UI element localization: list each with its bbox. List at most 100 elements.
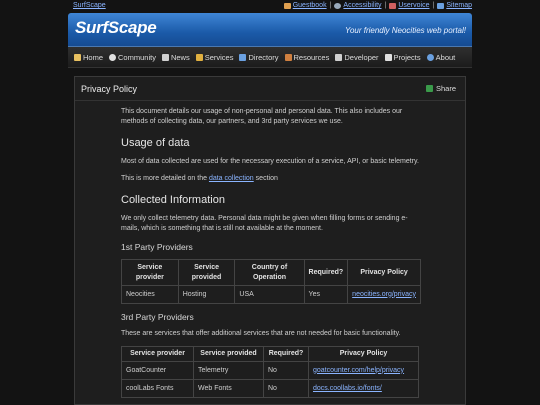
- third-party-paragraph: These are services that offer additional…: [121, 330, 401, 337]
- site-tagline: Your friendly Neocities web portal!: [345, 26, 466, 35]
- table-cell: docs.coollabs.io/fonts/: [308, 379, 419, 398]
- column-header: Country of Operation: [234, 259, 305, 286]
- folder-icon: [239, 53, 247, 61]
- policy-content: This document details our usage of non-p…: [121, 107, 421, 404]
- guestbook-link-label[interactable]: Guestbook: [293, 2, 327, 9]
- uservoice-link[interactable]: Uservoice: [389, 2, 429, 9]
- utility-links: Guestbook | Accessibility | Uservoice | …: [283, 2, 472, 9]
- detail-paragraph: This is more detailed on the data collec…: [121, 174, 421, 184]
- chat-icon: [109, 53, 117, 61]
- column-header: Service provider: [121, 346, 194, 362]
- nav-item-label: Home: [83, 52, 104, 62]
- globe-icon: [334, 2, 342, 9]
- column-header: Required?: [303, 259, 349, 286]
- site-logo[interactable]: SurfScape: [75, 18, 157, 38]
- flag-icon: [283, 2, 291, 9]
- top-bar: SurfScape Guestbook | Accessibility | Us…: [68, 0, 472, 13]
- share-icon: [425, 85, 433, 92]
- main-nav: Home Community News Services Directory R…: [68, 46, 472, 68]
- guestbook-link[interactable]: Guestbook: [283, 2, 327, 9]
- sitemap-link[interactable]: Sitemap: [437, 2, 472, 9]
- nav-item-news[interactable]: News: [161, 52, 190, 62]
- nav-item-label: Services: [204, 52, 234, 62]
- separator: |: [329, 2, 332, 9]
- home-icon: [74, 53, 81, 61]
- nav-item-community[interactable]: Community: [109, 53, 156, 62]
- table-cell: GoatCounter: [121, 361, 194, 380]
- collected-heading: Collected Information: [121, 194, 225, 206]
- panel-header: Privacy Policy Share: [75, 77, 465, 101]
- privacy-policy-link[interactable]: docs.coollabs.io/fonts/: [313, 385, 382, 392]
- table-header-row: Service provider Service provided Requir…: [121, 346, 419, 362]
- nav-item-developer[interactable]: Developer: [335, 52, 379, 62]
- book-icon: [284, 53, 292, 61]
- projects-icon: [384, 53, 392, 61]
- sitemap-icon: [437, 2, 445, 9]
- privacy-policy-link[interactable]: neocities.org/privacy: [352, 291, 416, 298]
- code-icon: [335, 53, 343, 61]
- nav-item-directory[interactable]: Directory: [239, 52, 279, 62]
- third-party-table: Service provider Service provided Requir…: [121, 346, 419, 398]
- table-cell: goatcounter.com/help/privacy: [308, 361, 419, 380]
- nav-item-label: Resources: [293, 52, 330, 62]
- separator: |: [432, 2, 435, 9]
- table-header-row: Service provider Service provided Countr…: [121, 259, 421, 286]
- accessibility-link-label[interactable]: Accessibility: [343, 2, 381, 9]
- nav-item-home[interactable]: Home: [74, 53, 103, 62]
- first-party-table: Service provider Service provided Countr…: [121, 259, 421, 304]
- table-row: GoatCounter Telemetry No goatcounter.com…: [121, 361, 419, 380]
- column-header: Required?: [263, 346, 309, 362]
- site-banner: SurfScape Your friendly Neocities web po…: [68, 13, 472, 46]
- nav-item-resources[interactable]: Resources: [284, 52, 330, 62]
- info-icon: [426, 53, 434, 61]
- column-header: Privacy Policy: [347, 259, 421, 286]
- nav-item-label: Directory: [248, 52, 279, 62]
- site-brand-link[interactable]: SurfScape: [73, 2, 106, 9]
- nav-item-projects[interactable]: Projects: [384, 52, 421, 62]
- sitemap-link-label[interactable]: Sitemap: [446, 2, 472, 9]
- table-cell: Telemetry: [193, 361, 264, 380]
- first-party-heading: 1st Party Providers: [121, 242, 193, 252]
- main-panel: Privacy Policy Share This document detai…: [74, 76, 466, 405]
- table-cell: No: [263, 361, 309, 380]
- nav-item-services[interactable]: Services: [195, 52, 234, 62]
- table-cell: Yes: [303, 285, 349, 304]
- column-header: Service provider: [121, 259, 179, 286]
- column-header: Service provided: [177, 259, 236, 286]
- table-cell: coolLabs Fonts: [121, 379, 194, 398]
- pen-icon: [389, 2, 397, 9]
- privacy-policy-link[interactable]: goatcounter.com/help/privacy: [313, 367, 404, 374]
- table-cell: No: [263, 379, 309, 398]
- share-button[interactable]: Share: [425, 84, 456, 93]
- nav-item-label: Projects: [393, 52, 421, 62]
- nav-item-label: Developer: [344, 52, 379, 62]
- column-header: Privacy Policy: [308, 346, 419, 362]
- nav-item-label: About: [435, 52, 456, 62]
- table-cell: Hosting: [177, 285, 236, 304]
- collected-paragraph: We only collect telemetry data. Personal…: [121, 215, 408, 232]
- services-icon: [195, 53, 203, 61]
- column-header: Service provided: [193, 346, 264, 362]
- table-cell: Neocities: [121, 285, 179, 304]
- detail-prefix: This is more detailed on the: [121, 175, 207, 182]
- usage-heading: Usage of data: [121, 137, 190, 149]
- detail-suffix: section: [255, 175, 278, 182]
- page-title: Privacy Policy: [81, 84, 138, 94]
- third-party-heading: 3rd Party Providers: [121, 312, 194, 322]
- table-cell: neocities.org/privacy: [347, 285, 421, 304]
- newspaper-icon: [161, 53, 169, 61]
- share-label: Share: [435, 84, 456, 93]
- accessibility-link[interactable]: Accessibility: [334, 2, 382, 9]
- nav-item-about[interactable]: About: [426, 52, 456, 62]
- table-cell: Web Fonts: [193, 379, 264, 398]
- data-collection-link[interactable]: data collection: [209, 175, 254, 182]
- usage-paragraph: Most of data collected are used for the …: [121, 158, 419, 165]
- intro-paragraph: This document details our usage of non-p…: [121, 108, 403, 125]
- separator: |: [384, 2, 387, 9]
- table-cell: USA: [234, 285, 305, 304]
- uservoice-link-label[interactable]: Uservoice: [398, 2, 429, 9]
- nav-item-label: News: [170, 52, 190, 62]
- table-row: Neocities Hosting USA Yes neocities.org/…: [121, 285, 421, 304]
- table-row: coolLabs Fonts Web Fonts No docs.coollab…: [121, 379, 419, 398]
- nav-item-label: Community: [118, 52, 156, 62]
